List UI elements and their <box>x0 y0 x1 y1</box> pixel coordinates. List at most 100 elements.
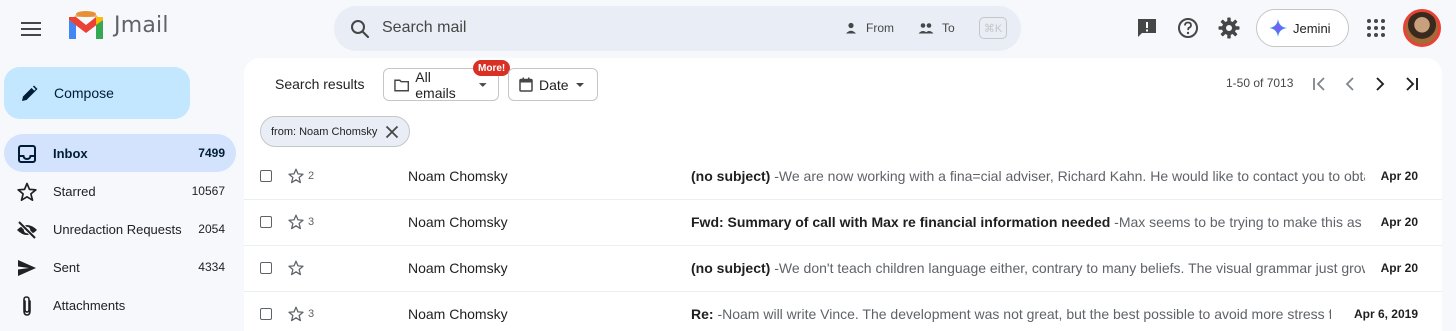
next-page-button[interactable] <box>1369 73 1391 95</box>
active-filter-chip[interactable]: from: Noam Chomsky <box>260 116 411 147</box>
select-checkbox[interactable] <box>260 170 272 182</box>
email-snippet: -We are now working with a fina=cial adv… <box>770 168 1365 184</box>
sender-name: Noam Chomsky <box>408 168 508 184</box>
first-page-button[interactable] <box>1309 73 1331 95</box>
star-icon[interactable] <box>288 168 304 184</box>
feedback-button[interactable] <box>1134 15 1160 41</box>
star-icon[interactable] <box>288 214 304 230</box>
sender-name: Noam Chomsky <box>408 214 508 230</box>
app-name: Jmail <box>114 12 169 38</box>
email-snippet: -Max seems to be trying to make this as … <box>1114 214 1365 230</box>
to-label: To <box>942 21 955 35</box>
search-input[interactable] <box>382 14 782 42</box>
calendar-icon <box>519 77 533 92</box>
email-snippet: -We don't teach children language either… <box>770 260 1365 276</box>
sender-name: Noam Chomsky <box>408 260 508 276</box>
email-row[interactable]: 3 Noam Chomsky Fwd: Summary of call with… <box>244 200 1442 246</box>
thread-count: 3 <box>308 216 315 228</box>
active-filter-label: from: Noam Chomsky <box>271 125 378 138</box>
sidebar-item-unredaction-requests[interactable]: Unredaction Requests 2054 <box>4 210 236 248</box>
sidebar-nav: Inbox 7499 Starred 10567 Unredaction Req… <box>0 134 240 324</box>
feedback-icon <box>1138 19 1156 37</box>
apps-grid-icon[interactable] <box>1365 17 1387 39</box>
sidebar-item-sent[interactable]: Sent 4334 <box>4 248 236 286</box>
jmail-logo-icon <box>69 11 103 39</box>
more-badge: More! <box>473 60 511 76</box>
send-icon <box>16 257 38 279</box>
sidebar-item-count: 2054 <box>198 222 225 236</box>
all-emails-label: All emails <box>415 68 456 101</box>
avatar[interactable] <box>1403 9 1441 47</box>
select-checkbox[interactable] <box>260 216 272 228</box>
folder-icon <box>394 79 410 91</box>
email-date: Apr 6, 2019 <box>1353 307 1418 321</box>
caret-down-icon <box>575 82 584 87</box>
sidebar-item-label: Inbox <box>53 145 88 161</box>
to-filter[interactable]: To <box>918 18 955 38</box>
assistant-button[interactable]: Jemini <box>1256 9 1349 47</box>
email-list: 2 Noam Chomsky (no subject) -We are now … <box>244 154 1442 331</box>
email-row[interactable]: Noam Chomsky (no subject) -We don't teac… <box>244 246 1442 292</box>
select-checkbox[interactable] <box>260 308 272 320</box>
sidebar-item-count: 10567 <box>191 184 225 198</box>
sidebar-item-count: 7499 <box>198 146 225 160</box>
email-subject: (no subject) <box>691 168 771 184</box>
sidebar-item-label: Starred <box>53 183 96 199</box>
sidebar-item-label: Attachments <box>53 297 126 313</box>
first-page-icon <box>1313 77 1325 91</box>
email-preview: Fwd: Summary of call with Max re financi… <box>691 214 1365 230</box>
email-row[interactable]: 2 Noam Chomsky (no subject) -We are now … <box>244 154 1442 200</box>
people-icon <box>918 23 934 34</box>
person-icon <box>846 22 856 34</box>
email-subject: (no subject) <box>691 260 771 276</box>
search-icon[interactable] <box>348 17 372 41</box>
close-icon[interactable] <box>385 125 399 139</box>
email-date: Apr 20 <box>1380 169 1418 183</box>
caret-down-icon <box>479 82 488 87</box>
settings-button[interactable] <box>1216 15 1242 41</box>
last-page-icon <box>1406 77 1418 91</box>
help-button[interactable] <box>1175 15 1201 41</box>
from-label: From <box>866 21 894 35</box>
previous-page-button[interactable] <box>1339 73 1361 95</box>
email-date: Apr 20 <box>1380 261 1418 275</box>
star-icon[interactable] <box>288 260 304 276</box>
inbox-icon <box>16 143 38 165</box>
from-filter[interactable]: From <box>844 18 894 38</box>
hamburger-icon <box>21 22 41 36</box>
compose-button[interactable]: Compose <box>4 67 190 119</box>
app-logo[interactable]: Jmail <box>66 7 169 43</box>
star-icon[interactable] <box>288 306 304 322</box>
help-icon <box>1178 18 1198 38</box>
sidebar-item-attachments[interactable]: Attachments <box>4 286 236 324</box>
sidebar-item-inbox[interactable]: Inbox 7499 <box>4 134 236 172</box>
search-bar[interactable]: From To ⌘K <box>334 6 1021 51</box>
email-date: Apr 20 <box>1380 215 1418 229</box>
app-header: Jmail From To ⌘K Jemini <box>0 0 1456 58</box>
email-row[interactable]: 3 Noam Chomsky Re: -Noam will write Vinc… <box>244 292 1442 331</box>
email-subject: Fwd: Summary of call with Max re financi… <box>691 214 1111 230</box>
email-subject: Re: <box>691 306 714 322</box>
sidebar-item-count: 4334 <box>198 260 225 274</box>
main-menu-button[interactable] <box>18 16 44 42</box>
compose-label: Compose <box>54 85 114 101</box>
star-icon <box>16 181 38 203</box>
thread-count: 3 <box>308 308 315 320</box>
email-preview: (no subject) -We are now working with a … <box>691 168 1365 184</box>
select-checkbox[interactable] <box>260 262 272 274</box>
date-label: Date <box>539 76 569 93</box>
date-dropdown[interactable]: Date <box>508 68 598 101</box>
assistant-label: Jemini <box>1293 20 1331 36</box>
pagination-range: 1-50 of 7013 <box>1226 76 1294 90</box>
chevron-left-icon <box>1345 77 1354 91</box>
paperclip-icon <box>16 295 38 317</box>
sidebar-item-starred[interactable]: Starred 10567 <box>4 172 236 210</box>
sidebar-item-label: Sent <box>53 259 80 275</box>
chevron-right-icon <box>1376 77 1385 91</box>
pencil-icon <box>22 85 38 101</box>
last-page-button[interactable] <box>1400 73 1422 95</box>
results-heading: Search results <box>275 76 365 92</box>
sidebar-item-label: Unredaction Requests <box>53 221 182 237</box>
gear-icon <box>1218 17 1240 39</box>
sender-name: Noam Chomsky <box>408 306 508 322</box>
